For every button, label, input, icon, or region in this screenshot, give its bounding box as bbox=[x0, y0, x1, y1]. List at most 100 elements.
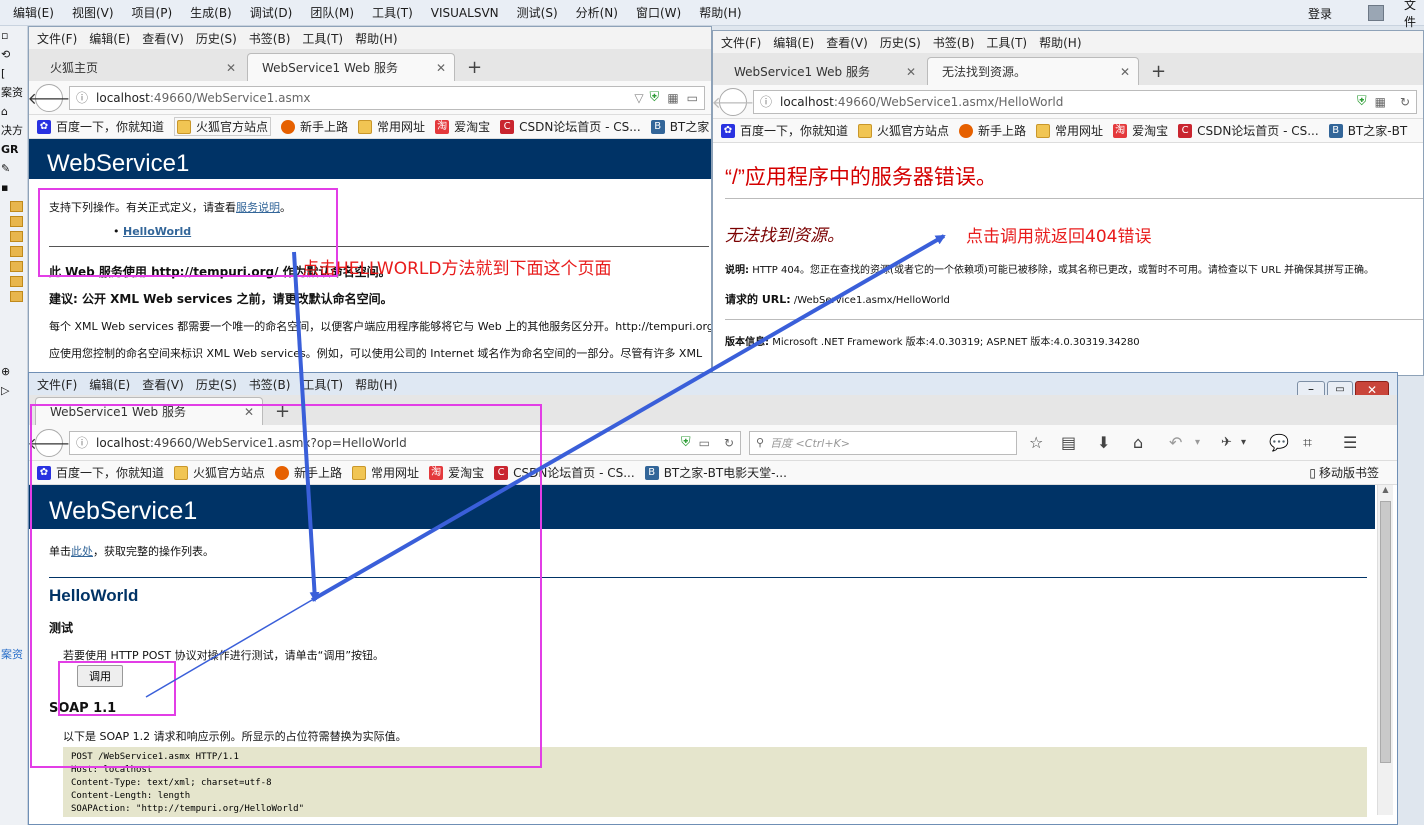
url-bar[interactable]: ⓘ localhost:49660/WebService1.asmx?op=He… bbox=[69, 430, 741, 455]
qr-code-icon[interactable]: ▦ bbox=[1375, 95, 1386, 109]
vertical-scrollbar[interactable]: ▲ bbox=[1377, 485, 1393, 815]
menu-edit[interactable]: 编辑(E) bbox=[773, 34, 814, 51]
folder-icon[interactable] bbox=[10, 216, 23, 227]
chevron-down-icon[interactable]: ▾ bbox=[1195, 437, 1221, 448]
search-box[interactable]: ⚲ 百度 <Ctrl+K> bbox=[749, 430, 1017, 455]
vs-menu-view[interactable]: 视图(V) bbox=[63, 4, 123, 21]
home-icon[interactable]: ⌂ bbox=[1133, 433, 1169, 452]
new-tab-plus-icon[interactable]: + bbox=[265, 397, 300, 425]
menu-help[interactable]: 帮助(H) bbox=[355, 376, 397, 393]
info-icon[interactable]: ⓘ bbox=[760, 93, 772, 110]
bookmark-baidu[interactable]: ✿ 百度一下，你就知道 bbox=[37, 464, 164, 481]
vs-menu-visualsvn[interactable]: VISUALSVN bbox=[422, 6, 508, 20]
bookmark-common-sites[interactable]: 常用网址 bbox=[352, 464, 419, 481]
bookmark-getting-started[interactable]: 新手上路 bbox=[959, 122, 1026, 139]
bookmark-taobao[interactable]: 淘爱淘宝 bbox=[1113, 122, 1168, 139]
menu-bookmarks[interactable]: 书签(B) bbox=[249, 30, 291, 47]
download-icon[interactable]: ⬇ bbox=[1097, 433, 1133, 452]
qr-code-icon[interactable]: ▦ bbox=[667, 91, 678, 105]
menu-file[interactable]: 文件(F) bbox=[37, 376, 77, 393]
reload-icon[interactable]: ↻ bbox=[1400, 95, 1410, 109]
vs-menu-tools[interactable]: 工具(T) bbox=[363, 4, 422, 21]
shield-icon[interactable]: ⛨ bbox=[650, 90, 660, 105]
vs-login[interactable]: 登录 bbox=[1308, 0, 1332, 26]
invoke-button[interactable]: 调用 bbox=[77, 665, 123, 687]
url-bar[interactable]: ⓘ localhost:49660/WebService1.asmx/Hello… bbox=[753, 89, 1417, 114]
vs-menu-analyze[interactable]: 分析(N) bbox=[567, 4, 627, 21]
reader-view-icon[interactable]: ▭ bbox=[687, 91, 698, 105]
vs-menu-debug[interactable]: 调试(D) bbox=[241, 4, 302, 21]
hamburger-menu-icon[interactable]: ☰ bbox=[1343, 433, 1367, 452]
folder-icon[interactable] bbox=[10, 276, 23, 287]
menu-history[interactable]: 历史(S) bbox=[196, 376, 237, 393]
menu-file[interactable]: 文件(F) bbox=[721, 34, 761, 51]
scroll-up-icon[interactable]: ▲ bbox=[1378, 485, 1393, 501]
bookmark-csdn[interactable]: C CSDN论坛首页 - CS... bbox=[1178, 122, 1319, 139]
reader-view-icon[interactable]: ▭ bbox=[699, 436, 710, 450]
tab-webservice[interactable]: WebService1 Web 服务 ✕ bbox=[719, 57, 925, 85]
crop-icon[interactable]: ⌗ bbox=[1303, 433, 1343, 453]
vs-menu-build[interactable]: 生成(B) bbox=[181, 4, 241, 21]
shield-icon[interactable]: ⛨ bbox=[1357, 94, 1367, 109]
folder-icon[interactable] bbox=[10, 261, 23, 272]
menu-view[interactable]: 查看(V) bbox=[142, 30, 184, 47]
menu-edit[interactable]: 编辑(E) bbox=[89, 376, 130, 393]
bookmark-firefox-site[interactable]: 火狐官方站点 bbox=[174, 117, 272, 136]
menu-file[interactable]: 文件(F) bbox=[37, 30, 77, 47]
bookmark-baidu[interactable]: ✿ 百度一下，你就知道 bbox=[37, 118, 164, 135]
bookmark-getting-started[interactable]: 新手上路 bbox=[275, 464, 342, 481]
menu-tools[interactable]: 工具(T) bbox=[302, 376, 343, 393]
bookmark-firefox-site[interactable]: 火狐官方站点 bbox=[174, 464, 265, 481]
menu-tools[interactable]: 工具(T) bbox=[302, 30, 343, 47]
chat-icon[interactable]: 💬 bbox=[1269, 433, 1303, 452]
bookmark-getting-started[interactable]: 新手上路 bbox=[281, 118, 348, 135]
new-tab-plus-icon[interactable]: + bbox=[1141, 57, 1176, 85]
tab-webservice[interactable]: WebService1 Web 服务 ✕ bbox=[247, 53, 455, 81]
helloworld-link[interactable]: HelloWorld bbox=[123, 225, 191, 238]
reload-icon[interactable]: ↻ bbox=[724, 436, 734, 450]
vs-menu-project[interactable]: 项目(P) bbox=[123, 4, 182, 21]
dropdown-arrow-icon[interactable]: ▽ bbox=[634, 91, 643, 105]
close-icon[interactable]: ✕ bbox=[1120, 65, 1130, 79]
bookmark-csdn[interactable]: C CSDN论坛首页 - CS... bbox=[500, 118, 641, 135]
star-icon[interactable]: ☆ bbox=[1029, 433, 1061, 452]
folder-icon[interactable] bbox=[10, 231, 23, 242]
bookmark-csdn[interactable]: C CSDN论坛首页 - CS... bbox=[494, 464, 635, 481]
bookmark-taobao[interactable]: 淘爱淘宝 bbox=[435, 118, 490, 135]
bookmark-common-sites[interactable]: 常用网址 bbox=[1036, 122, 1103, 139]
close-icon[interactable]: ✕ bbox=[906, 65, 916, 79]
info-icon[interactable]: ⓘ bbox=[76, 434, 88, 451]
folder-icon[interactable] bbox=[10, 201, 23, 212]
menu-help[interactable]: 帮助(H) bbox=[1039, 34, 1081, 51]
folder-icon[interactable] bbox=[10, 246, 23, 257]
bookmark-baidu[interactable]: ✿ 百度一下，你就知道 bbox=[721, 122, 848, 139]
shield-icon[interactable]: ⛨ bbox=[681, 435, 691, 450]
back-arrow-icon[interactable]: 🡐 bbox=[29, 428, 70, 457]
info-icon[interactable]: ⓘ bbox=[76, 89, 88, 106]
scrollbar-thumb[interactable] bbox=[1380, 501, 1391, 763]
back-arrow-icon[interactable]: 🡐 bbox=[29, 83, 70, 112]
bookmark-bt[interactable]: B BT之家-BT bbox=[1328, 122, 1407, 139]
folder-icon[interactable] bbox=[10, 291, 23, 302]
menu-view[interactable]: 查看(V) bbox=[142, 376, 184, 393]
menu-bookmarks[interactable]: 书签(B) bbox=[249, 376, 291, 393]
menu-history[interactable]: 历史(S) bbox=[196, 30, 237, 47]
vs-menu-team[interactable]: 团队(M) bbox=[301, 4, 363, 21]
bookmark-taobao[interactable]: 淘爱淘宝 bbox=[429, 464, 484, 481]
menu-view[interactable]: 查看(V) bbox=[826, 34, 868, 51]
new-tab-plus-icon[interactable]: + bbox=[457, 53, 492, 81]
pin-icon[interactable]: ✈ bbox=[1221, 435, 1241, 450]
menu-bookmarks[interactable]: 书签(B) bbox=[933, 34, 975, 51]
menu-edit[interactable]: 编辑(E) bbox=[89, 30, 130, 47]
close-icon[interactable]: ✕ bbox=[244, 405, 254, 419]
vs-menu-edit[interactable]: 编辑(E) bbox=[4, 4, 63, 21]
chevron-down-icon[interactable]: ▾ bbox=[1241, 437, 1269, 448]
url-bar[interactable]: ⓘ localhost:49660/WebService1.asmx ▽ ⛨ ▦… bbox=[69, 85, 705, 110]
tab-webservice[interactable]: WebService1 Web 服务 ✕ bbox=[35, 397, 263, 425]
bookmark-bt[interactable]: B BT之家 bbox=[650, 118, 709, 135]
menu-tools[interactable]: 工具(T) bbox=[986, 34, 1027, 51]
menu-help[interactable]: 帮助(H) bbox=[355, 30, 397, 47]
bookmark-bt[interactable]: B BT之家-BT电影天堂-... bbox=[644, 464, 787, 481]
clipboard-icon[interactable]: ▤ bbox=[1061, 433, 1097, 452]
close-icon[interactable]: ✕ bbox=[226, 61, 236, 75]
